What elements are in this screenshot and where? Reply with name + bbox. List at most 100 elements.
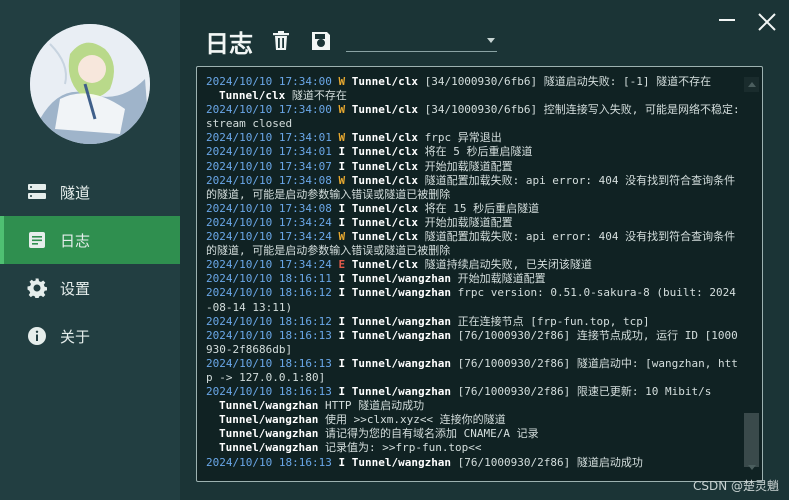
scroll-up-arrow-icon[interactable] [744,77,759,92]
log-line: 2024/10/10 17:34:08 I Tunnel/clx 将在 15 秒… [206,202,742,216]
log-level: E [338,258,346,272]
log-message: [34/1000930/6fb6] 隧道启动失败: [-1] 隧道不存在 [417,75,712,88]
watermark: CSDN @楚灵魈 [692,479,779,493]
log-tunnel: Tunnel/clx [351,258,418,272]
log-line: Tunnel/wangzhan 记录值为: >>frp-fun.top<< [206,441,742,455]
log-line: Tunnel/wangzhan HTTP 隧道启动成功 [206,399,742,413]
log-message: HTTP 隧道启动成功 [318,399,425,413]
sidebar-item-label: 关于 [60,327,91,346]
log-line: 2024/10/10 17:34:24 I Tunnel/clx 开始加载隧道配… [206,216,742,230]
log-message: 将在 15 秒后重启隧道 [417,201,540,215]
log-level: I [338,385,346,399]
scrollbar[interactable] [743,75,759,475]
log-message: 正在连接节点 [frp-fun.top, tcp] [451,314,650,328]
document-icon [26,229,48,251]
log-level: I [338,328,346,342]
log-line: 2024/10/10 18:16:13 I Tunnel/wangzhan [7… [206,385,742,399]
chevron-down-icon [487,38,495,43]
trash-icon[interactable] [270,30,292,52]
close-icon [758,13,776,31]
log-timestamp: 2024/10/10 18:16:13 [206,385,332,399]
log-level: I [338,356,346,370]
log-tunnel: Tunnel/clx [351,103,418,117]
sidebar-item-logs[interactable]: 日志 [0,216,180,264]
log-level: I [338,455,346,469]
log-timestamp: 2024/10/10 17:34:24 [206,230,332,244]
log-level: I [338,159,346,173]
minimize-button[interactable] [716,11,738,33]
log-view[interactable]: 2024/10/10 17:34:00 W Tunnel/clx [34/100… [196,66,763,482]
close-button[interactable] [756,11,778,33]
main-panel: 日志 2024/10/10 17:34:00 W Tunnel/clx [34/… [180,0,789,500]
log-message: 开始加载隧道配置 [451,272,546,286]
log-timestamp: 2024/10/10 17:34:07 [206,159,332,173]
log-message: 记录值为: >>frp-fun.top<< [318,441,482,455]
log-timestamp: 2024/10/10 18:16:12 [206,314,332,328]
sidebar-nav: 隧道 日志 设置 关于 [0,168,180,360]
log-message: [76/1000930/2f86] 限速已更新: 10 Mibit/s [451,385,712,399]
log-filter-select[interactable] [346,30,497,52]
log-line: 2024/10/10 18:16:13 I Tunnel/wangzhan [7… [206,329,742,357]
log-line: 2024/10/10 17:34:01 I Tunnel/clx 将在 5 秒后… [206,145,742,159]
log-timestamp: 2024/10/10 17:34:24 [206,215,332,229]
log-tunnel: Tunnel/wangzhan [351,286,452,300]
log-level: I [338,201,346,215]
log-level: I [338,145,346,159]
scroll-thumb[interactable] [744,413,759,467]
info-icon [26,325,48,347]
log-timestamp: 2024/10/10 17:34:24 [206,258,332,272]
sidebar-item-about[interactable]: 关于 [0,312,180,360]
sidebar-item-tunnels[interactable]: 隧道 [0,168,180,216]
log-level: I [338,215,346,229]
log-level: W [338,75,346,88]
log-message: [76/1000930/2f86] 隧道启动成功 [451,455,643,469]
log-tunnel: Tunnel/wangzhan [351,272,452,286]
log-line: 2024/10/10 18:16:12 I Tunnel/wangzhan fr… [206,286,742,314]
log-tunnel: Tunnel/wangzhan [219,427,319,441]
sidebar-item-label: 设置 [60,279,91,298]
log-line: 2024/10/10 17:34:07 I Tunnel/clx 开始加载隧道配… [206,160,742,174]
log-level: W [338,103,346,117]
log-tunnel: Tunnel/clx [351,75,418,88]
log-tunnel: Tunnel/clx [351,201,418,215]
log-line: 2024/10/10 17:34:00 W Tunnel/clx [34/100… [206,103,742,131]
log-timestamp: 2024/10/10 18:16:13 [206,356,332,370]
log-timestamp: 2024/10/10 17:34:00 [206,103,332,117]
log-message: 将在 5 秒后重启隧道 [417,145,533,159]
page-title: 日志 [205,30,253,58]
log-tunnel: Tunnel/wangzhan [351,385,452,399]
sidebar-item-label: 隧道 [60,183,91,202]
server-icon [26,181,48,203]
minimize-icon [719,19,735,21]
gear-icon [26,277,48,299]
log-line: Tunnel/wangzhan 请记得为您的自有域名添加 CNAME/A 记录 [206,427,742,441]
log-line: 2024/10/10 17:34:24 W Tunnel/clx 隧道配置加载失… [206,230,742,258]
log-timestamp: 2024/10/10 18:16:12 [206,286,332,300]
log-timestamp: 2024/10/10 18:16:11 [206,272,332,286]
log-line: Tunnel/wangzhan 使用 >>clxm.xyz<< 连接你的隧道 [206,413,742,427]
log-tunnel: Tunnel/clx [351,145,418,159]
avatar[interactable] [30,24,150,144]
scroll-down-arrow-icon[interactable] [744,460,759,475]
log-message: 请记得为您的自有域名添加 CNAME/A 记录 [318,427,539,441]
log-timestamp: 2024/10/10 18:16:13 [206,328,332,342]
log-message: 开始加载隧道配置 [417,215,513,229]
log-level: W [338,173,346,187]
log-message: 使用 >>clxm.xyz<< 连接你的隧道 [318,413,506,427]
save-icon[interactable] [310,30,332,52]
log-timestamp: 2024/10/10 17:34:08 [206,201,332,215]
log-line: 2024/10/10 18:16:13 I Tunnel/wangzhan [7… [206,456,742,470]
log-timestamp: 2024/10/10 18:16:13 [206,455,332,469]
log-level: I [338,314,346,328]
log-tunnel: Tunnel/wangzhan [351,455,452,469]
log-tunnel: Tunnel/wangzhan [219,413,319,427]
log-line: 2024/10/10 17:34:08 W Tunnel/clx 隧道配置加载失… [206,174,742,202]
log-tunnel: Tunnel/clx [351,173,418,187]
log-tunnel: Tunnel/clx [351,159,418,173]
log-line: 2024/10/10 17:34:01 W Tunnel/clx frpc 异常… [206,131,742,145]
sidebar-item-settings[interactable]: 设置 [0,264,180,312]
sidebar-item-label: 日志 [60,231,91,250]
log-message: 开始加载隧道配置 [417,159,513,173]
log-tunnel: Tunnel/wangzhan [219,399,319,413]
log-tunnel: Tunnel/clx [219,89,286,103]
